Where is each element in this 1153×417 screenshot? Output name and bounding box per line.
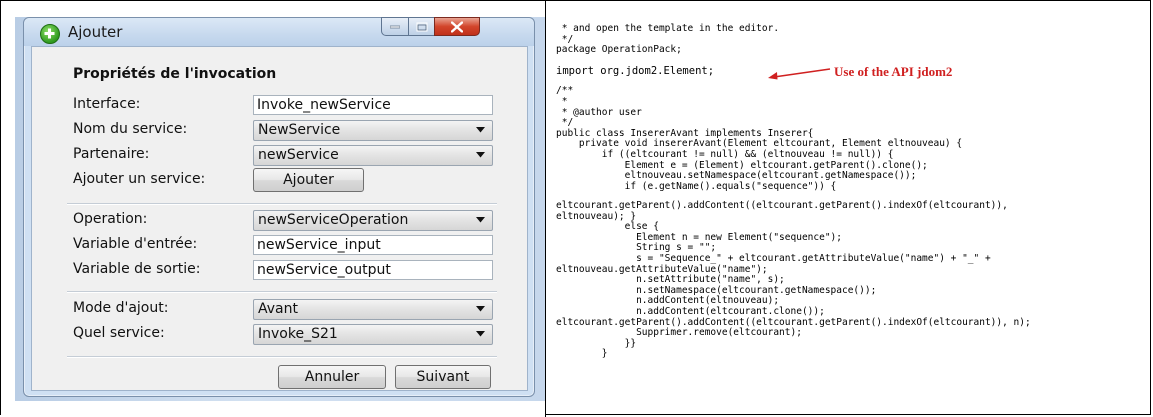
maximize-icon bbox=[416, 22, 427, 31]
which-service-label: Quel service: bbox=[73, 325, 165, 341]
code-line: */ bbox=[556, 117, 574, 129]
partner-value: newService bbox=[258, 147, 339, 163]
code-line: s = "Sequence_" + eltcourant.getAttribut… bbox=[556, 252, 991, 264]
code-line: Supprimer.remove(eltcourant); bbox=[556, 327, 802, 339]
title-bar[interactable]: Ajouter bbox=[24, 17, 534, 46]
minimize-button[interactable] bbox=[381, 17, 409, 36]
code-line: eltcourant.getParent().addContent((eltco… bbox=[556, 199, 1008, 211]
close-icon bbox=[451, 21, 463, 32]
input-variable-field[interactable]: newService_input bbox=[253, 235, 493, 255]
code-line: private void insererAvant(Element eltcou… bbox=[556, 138, 963, 150]
divider bbox=[67, 203, 497, 205]
code-line: n.setAttribute("name", s); bbox=[556, 274, 785, 286]
add-mode-value: Avant bbox=[258, 301, 298, 317]
code-line: if ((eltcourant != null) && (eltnouveau … bbox=[556, 149, 894, 160]
panel-divider bbox=[545, 0, 546, 417]
code-line: else { bbox=[556, 221, 659, 233]
code-line: * and open the template in the editor. bbox=[556, 23, 780, 34]
operation-value: newServiceOperation bbox=[258, 212, 409, 228]
code-line: Element e = (Element) eltcourant.getPare… bbox=[556, 159, 928, 171]
add-service-button[interactable]: Ajouter bbox=[253, 168, 364, 192]
code-line: if (e.getName().equals("sequence")) { bbox=[556, 180, 837, 192]
code-line: import org.jdom2.Element; bbox=[556, 65, 715, 78]
output-variable-field[interactable]: newService_output bbox=[253, 260, 493, 280]
code-line: }} bbox=[556, 337, 637, 349]
next-button[interactable]: Suivant bbox=[395, 365, 491, 389]
interface-field[interactable]: Invoke_newService bbox=[253, 95, 493, 115]
interface-label: Interface: bbox=[73, 96, 141, 112]
divider bbox=[67, 291, 497, 293]
operation-select[interactable]: newServiceOperation bbox=[253, 210, 493, 231]
add-mode-label: Mode d'ajout: bbox=[73, 300, 169, 316]
dialog-screenshot-panel: Ajouter Propriétés de l'invocation Inter… bbox=[1, 1, 545, 416]
code-line: n.addContent(eltcourant.clone()); bbox=[556, 305, 825, 317]
code-line: /** bbox=[556, 85, 574, 97]
service-name-select[interactable]: NewService bbox=[253, 120, 493, 141]
add-service-label: Ajouter un service: bbox=[73, 171, 206, 187]
code-line: package OperationPack; bbox=[556, 44, 682, 56]
annotation-arrow-icon bbox=[768, 68, 831, 80]
divider bbox=[67, 356, 497, 358]
code-line: */ bbox=[556, 33, 574, 45]
dialog-body: Propriétés de l'invocation Interface: In… bbox=[31, 46, 528, 391]
minimize-icon bbox=[390, 25, 400, 28]
chevron-down-icon bbox=[476, 217, 485, 223]
chevron-down-icon bbox=[476, 152, 485, 158]
code-listing: * and open the template in the editor. *… bbox=[556, 0, 1146, 417]
code-line: eltnouveau.setNamespace(eltcourant.getNa… bbox=[556, 170, 917, 182]
chevron-down-icon bbox=[476, 331, 485, 337]
code-line: eltnouveau); } bbox=[556, 210, 637, 222]
service-name-label: Nom du service: bbox=[73, 121, 188, 137]
operation-label: Operation: bbox=[73, 211, 148, 227]
annotation-label: Use of the API jdom2 bbox=[834, 64, 953, 79]
code-line: } bbox=[556, 348, 608, 360]
partner-select[interactable]: newService bbox=[253, 145, 493, 166]
plus-icon bbox=[40, 24, 60, 44]
add-dialog-window: Ajouter Propriétés de l'invocation Inter… bbox=[23, 17, 535, 397]
output-variable-label: Variable de sortie: bbox=[73, 261, 201, 277]
input-variable-label: Variable d'entrée: bbox=[73, 236, 198, 252]
code-line: n.addContent(eltnouveau); bbox=[556, 295, 780, 307]
code-line: eltnouveau.getAttributeValue("name"); bbox=[556, 263, 768, 275]
code-line: String s = ""; bbox=[556, 242, 717, 254]
window-title: Ajouter bbox=[68, 23, 123, 41]
which-service-value: Invoke_S21 bbox=[258, 326, 338, 342]
code-line: * bbox=[556, 96, 568, 107]
code-line: public class InsererAvant implements Ins… bbox=[556, 127, 814, 139]
which-service-select[interactable]: Invoke_S21 bbox=[253, 324, 493, 345]
cancel-button[interactable]: Annuler bbox=[278, 365, 386, 389]
close-button[interactable] bbox=[434, 17, 480, 36]
service-name-value: NewService bbox=[258, 122, 341, 138]
chevron-down-icon bbox=[476, 306, 485, 312]
code-line: n.setNamespace(eltcourant.getNamespace()… bbox=[556, 284, 877, 296]
code-line: * @author user bbox=[556, 106, 642, 118]
partner-label: Partenaire: bbox=[73, 146, 150, 162]
code-line: Element n = new Element("sequence"); bbox=[556, 231, 842, 243]
add-mode-select[interactable]: Avant bbox=[253, 299, 493, 320]
code-line: eltcourant.getParent().addContent((eltco… bbox=[556, 316, 1031, 328]
maximize-button[interactable] bbox=[408, 17, 435, 36]
chevron-down-icon bbox=[476, 127, 485, 133]
section-title: Propriétés de l'invocation bbox=[73, 66, 277, 82]
